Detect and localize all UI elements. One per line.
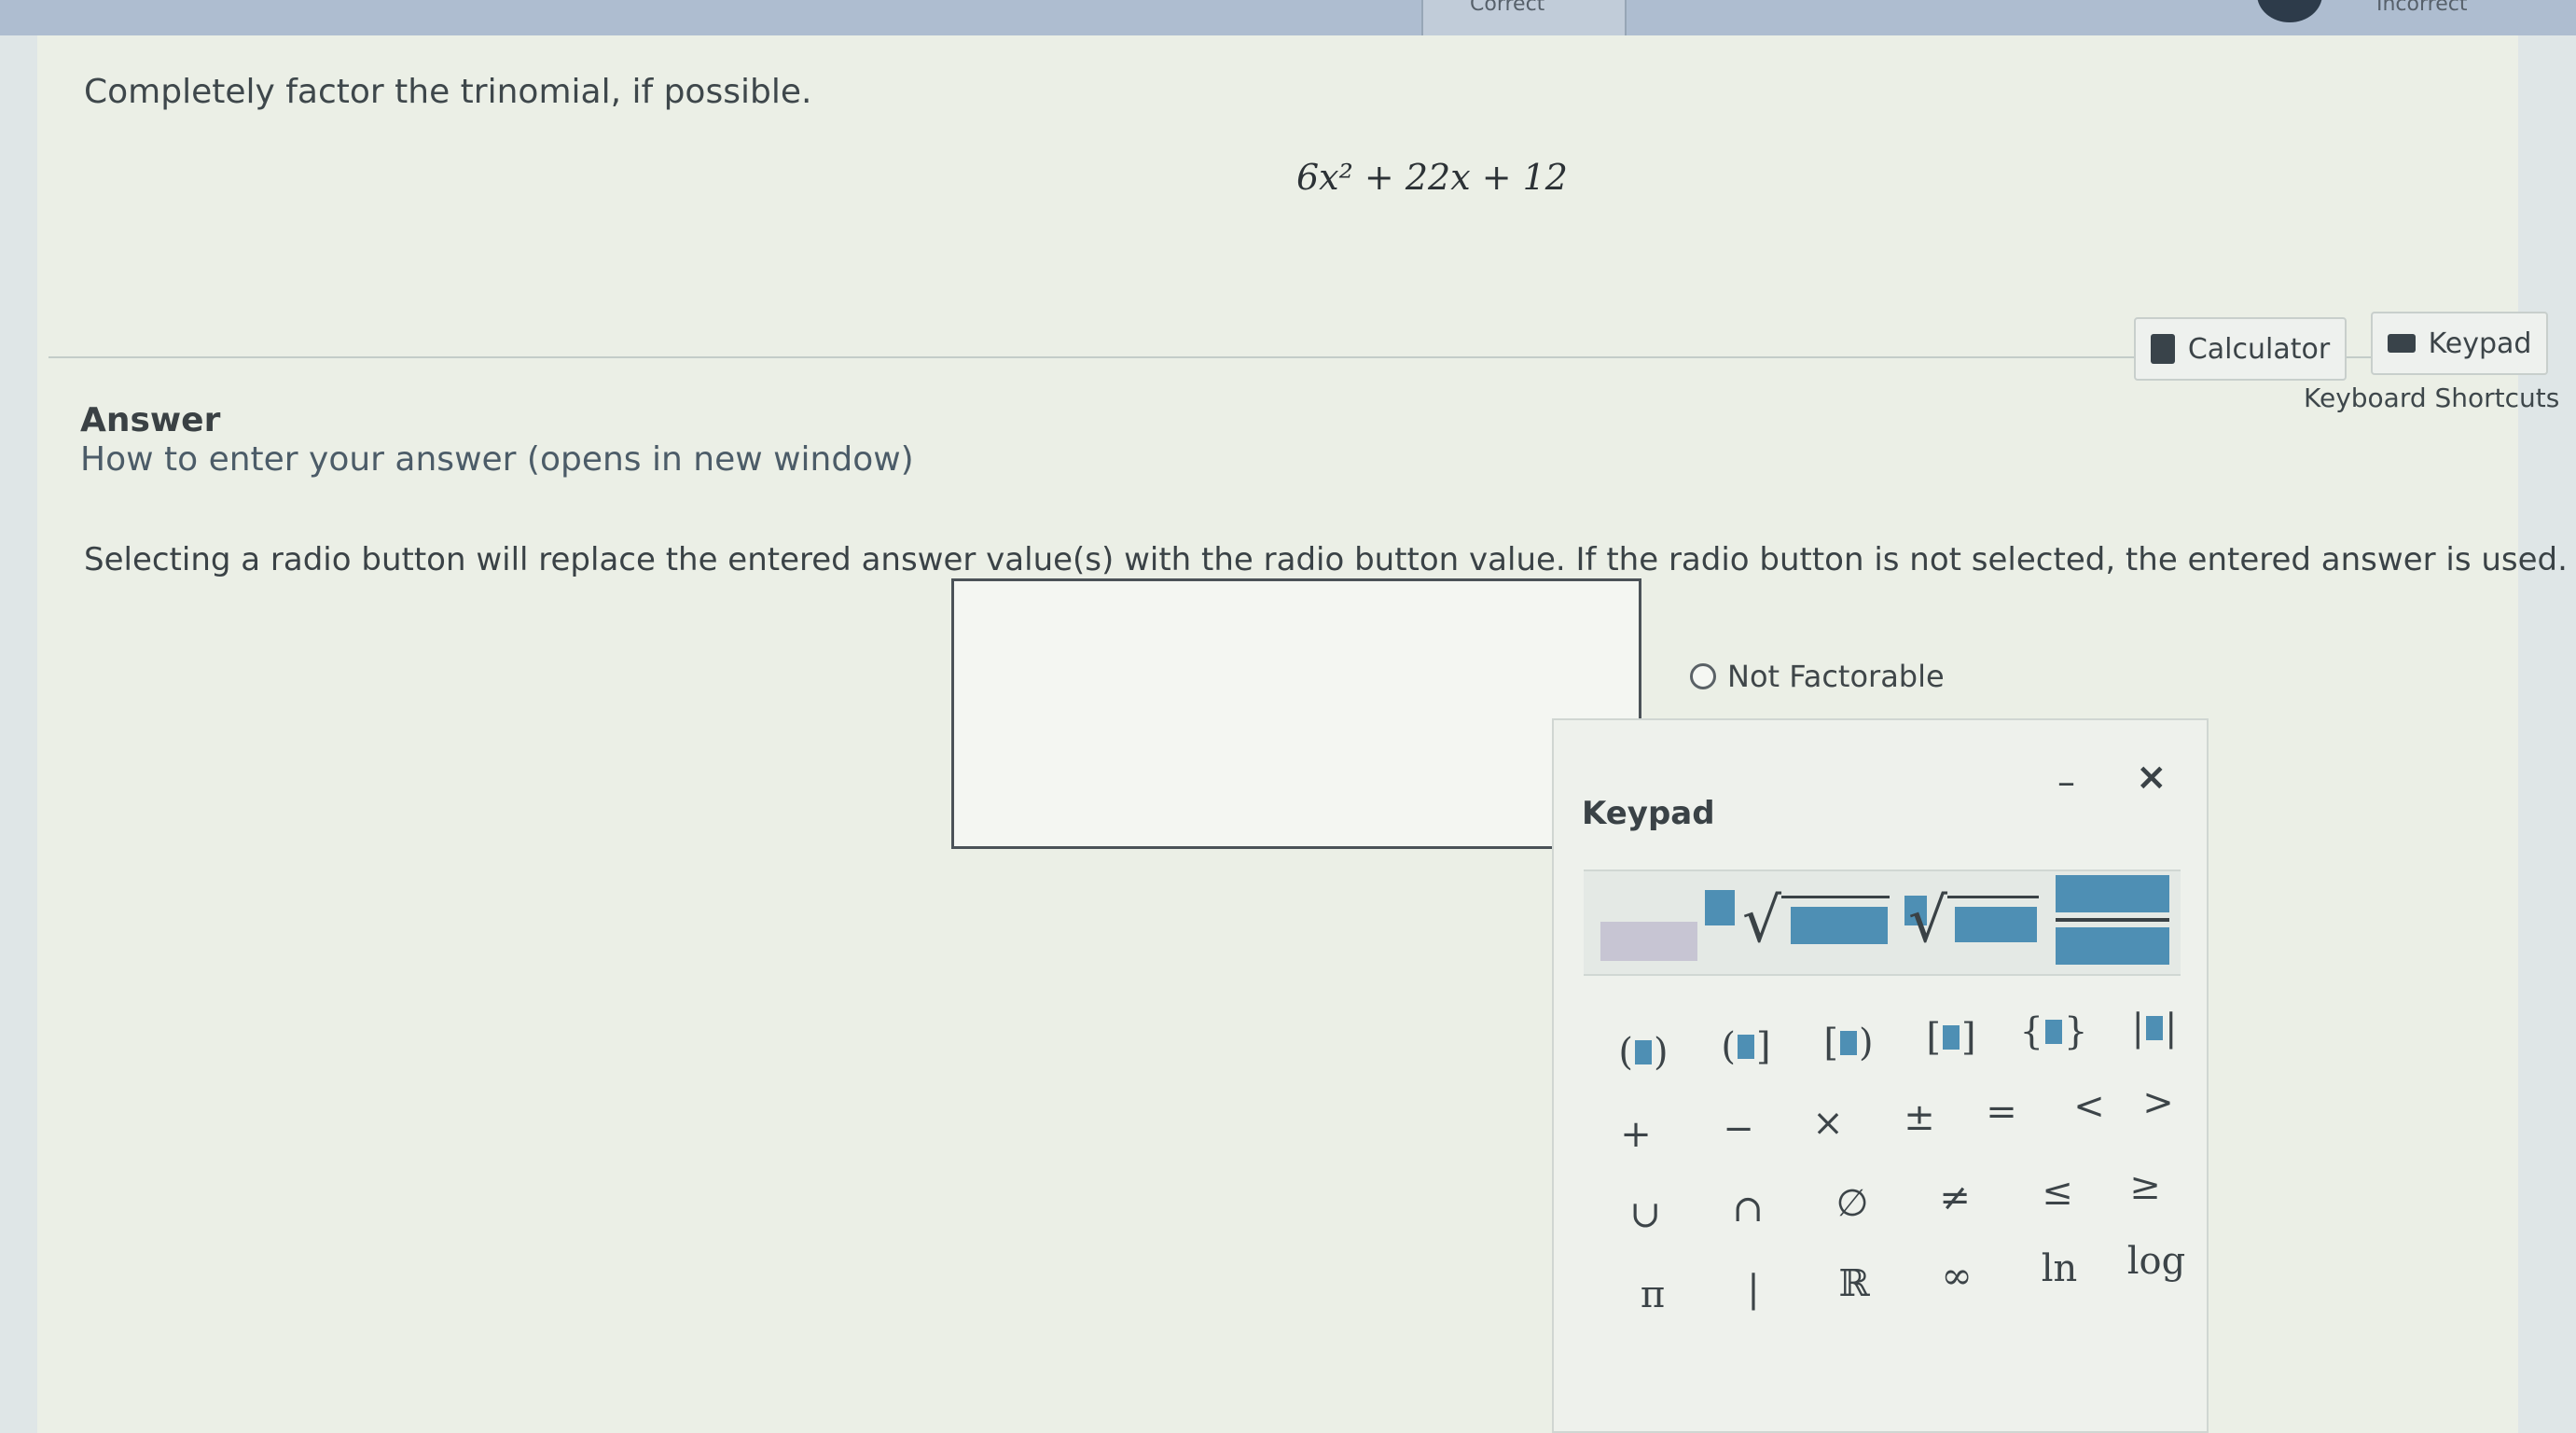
equals-key[interactable]: = xyxy=(1957,1075,2046,1149)
plus-minus-key[interactable]: ± xyxy=(1875,1080,1964,1155)
minimize-button[interactable]: – xyxy=(2057,761,2075,802)
radical-icon: √ xyxy=(1742,884,1782,956)
half-open-left-key[interactable]: (] xyxy=(1701,1009,1791,1084)
keyboard-shortcuts-link[interactable]: Keyboard Shortcuts xyxy=(2304,383,2559,413)
union-key[interactable]: ∪ xyxy=(1600,1177,1690,1252)
help-link[interactable]: How to enter your answer (opens in new w… xyxy=(80,440,914,479)
plus-key[interactable]: + xyxy=(1591,1097,1681,1172)
not-equal-key[interactable]: ≠ xyxy=(1910,1161,2000,1235)
less-than-key[interactable]: < xyxy=(2044,1069,2134,1144)
parentheses-key[interactable]: () xyxy=(1599,1015,1688,1090)
template-row: √ √ xyxy=(1584,870,2181,976)
trinomial-expression: 6x² + 22x + 12 xyxy=(1296,157,1568,198)
square-brackets-key[interactable]: [] xyxy=(1906,1000,1996,1075)
fraction-bar xyxy=(2056,918,2169,922)
minus-key[interactable]: − xyxy=(1694,1092,1783,1166)
numerator-slot-icon xyxy=(2056,875,2169,912)
not-factorable-label: Not Factorable xyxy=(1727,659,1945,694)
nth-radical-bar xyxy=(1947,896,2039,898)
close-button[interactable]: × xyxy=(2136,756,2167,799)
keypad-panel: Keypad – × √ √ () (] [) [] {} | | + − × ±… xyxy=(1552,718,2209,1433)
top-bar: Correct Incorrect xyxy=(0,0,2576,35)
status-incorrect-label: Incorrect xyxy=(2376,0,2468,16)
empty-set-key[interactable]: ∅ xyxy=(1807,1166,1897,1241)
fraction-key[interactable] xyxy=(2050,873,2175,972)
less-equal-key[interactable]: ≤ xyxy=(2013,1155,2102,1230)
calculator-label: Calculator xyxy=(2187,332,2331,366)
pi-key[interactable]: π xyxy=(1608,1258,1697,1332)
answer-heading: Answer xyxy=(80,401,221,439)
calculator-button[interactable]: Calculator xyxy=(2134,317,2347,381)
nth-root-key[interactable]: √ xyxy=(1901,881,2041,965)
times-key[interactable]: × xyxy=(1783,1086,1873,1161)
calculator-icon xyxy=(2150,334,2175,364)
base-slot-icon xyxy=(1600,922,1697,961)
tab-correct-label: Correct xyxy=(1470,0,1545,16)
infinity-key[interactable]: ∞ xyxy=(1912,1239,2001,1314)
status-indicator-icon xyxy=(2257,0,2322,22)
radio-instructions: Selecting a radio button will replace th… xyxy=(84,541,2568,578)
nth-radicand-slot-icon xyxy=(1955,907,2037,942)
superscript-key[interactable] xyxy=(1593,881,1735,965)
radical-bar xyxy=(1781,896,1890,898)
greater-than-key[interactable]: > xyxy=(2130,1065,2186,1140)
pipe-key[interactable]: | xyxy=(1709,1252,1798,1327)
real-numbers-key[interactable]: ℝ xyxy=(1809,1246,1899,1321)
keyboard-icon xyxy=(2387,334,2416,353)
log-key[interactable]: log xyxy=(2112,1224,2201,1299)
question-prompt: Completely factor the trinomial, if poss… xyxy=(84,73,812,111)
absolute-value-key[interactable]: | | xyxy=(2110,991,2199,1065)
intersection-key[interactable]: ∩ xyxy=(1703,1172,1793,1246)
keypad-title: Keypad xyxy=(1582,795,1715,832)
answer-input[interactable] xyxy=(951,578,1641,849)
square-root-key[interactable]: √ xyxy=(1742,881,1891,965)
ln-key[interactable]: ln xyxy=(2015,1231,2104,1306)
radicand-slot-icon xyxy=(1791,907,1888,944)
keypad-button[interactable]: Keypad xyxy=(2371,312,2548,375)
greater-equal-key[interactable]: ≥ xyxy=(2108,1149,2182,1224)
tab-correct[interactable]: Correct xyxy=(1421,0,1627,35)
half-open-right-key[interactable]: [) xyxy=(1804,1006,1893,1080)
not-factorable-option[interactable]: Not Factorable xyxy=(1690,659,1945,694)
radio-button[interactable] xyxy=(1690,663,1716,689)
exponent-slot-icon xyxy=(1705,890,1735,925)
keypad-button-label: Keypad xyxy=(2428,327,2532,360)
braces-key[interactable]: {} xyxy=(2009,995,2098,1069)
nth-radical-icon: √ xyxy=(1908,884,1948,956)
denominator-slot-icon xyxy=(2056,927,2169,965)
